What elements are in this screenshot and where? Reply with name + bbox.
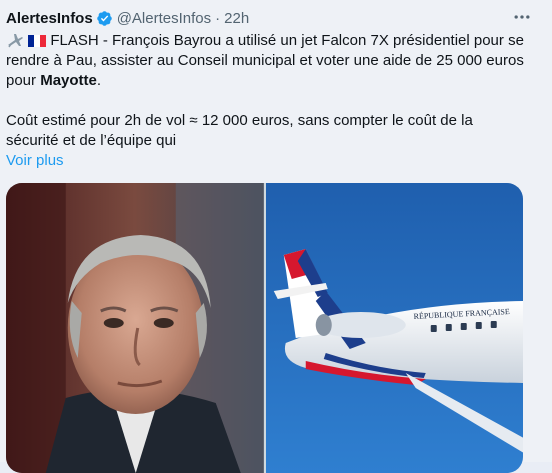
flag-france-icon [28, 35, 47, 47]
tweet-timestamp[interactable]: 22h [224, 10, 249, 27]
tweet-header: AlertesInfos @AlertesInfos · 22h [6, 8, 249, 28]
header-separator: · [215, 9, 221, 27]
author-handle[interactable]: @AlertesInfos [117, 10, 211, 27]
aircraft-image: RÉPUBLIQUE FRANÇAISE [265, 183, 523, 473]
tweet-text: FLASH - François Bayrou a utilisé un jet… [6, 31, 526, 171]
verified-badge-icon [96, 10, 112, 26]
photo-portrait[interactable] [6, 183, 264, 473]
author-name[interactable]: AlertesInfos [6, 10, 93, 27]
tweet-media: RÉPUBLIQUE FRANÇAISE [6, 183, 523, 473]
airplane-icon [8, 34, 23, 48]
tweet-text-mayotte: Mayotte [40, 72, 97, 89]
portrait-image [6, 183, 264, 473]
tweet-paragraph-2: Coût estimé pour 2h de vol ≈ 12 000 euro… [6, 112, 473, 149]
show-more-link[interactable]: Voir plus [6, 151, 526, 171]
tweet-card[interactable]: AlertesInfos @AlertesInfos · 22h FLASH -… [0, 0, 552, 473]
more-horizontal-icon [514, 15, 530, 19]
tweet-text-period: . [96, 72, 102, 89]
tweet-paragraph-1: FLASH - François Bayrou a utilisé un jet… [6, 31, 526, 91]
more-options-button[interactable] [510, 6, 534, 28]
photo-aircraft[interactable]: RÉPUBLIQUE FRANÇAISE [265, 183, 523, 473]
